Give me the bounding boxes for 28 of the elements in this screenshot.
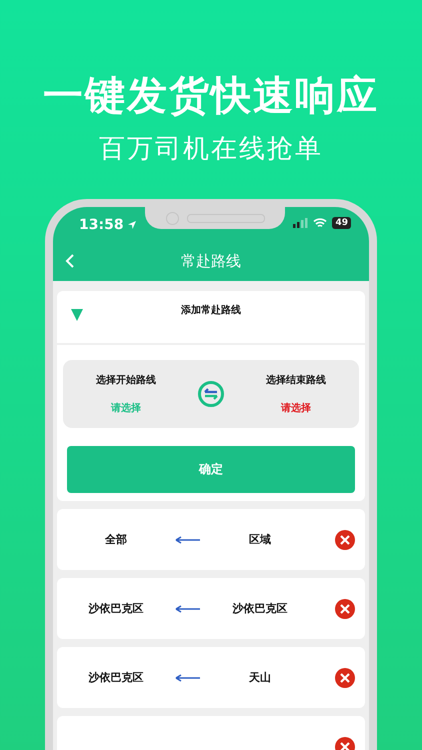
- add-route-title: 添加常赴路线: [181, 304, 241, 317]
- route-from: 沙依巴克区: [88, 670, 144, 685]
- end-label: 选择结束路线: [266, 374, 326, 387]
- start-label: 选择开始路线: [96, 374, 156, 387]
- delete-icon[interactable]: [335, 598, 355, 618]
- chevron-left-icon: [65, 253, 75, 269]
- headline: 一键发货快速响应: [43, 72, 379, 121]
- confirm-button[interactable]: 确定: [67, 446, 355, 493]
- arrow-left-icon: [175, 674, 201, 682]
- route-to: 区域: [248, 532, 272, 547]
- subheadline: 百万司机在线抢单: [99, 133, 323, 166]
- route-to: 天山: [248, 670, 272, 685]
- arrow-left-icon: [175, 604, 201, 612]
- delete-icon[interactable]: [335, 668, 355, 688]
- location-arrow-icon: [126, 220, 137, 230]
- signal-icon: [293, 218, 308, 228]
- end-picker[interactable]: 请选择: [281, 401, 311, 415]
- wifi-icon: [313, 218, 328, 228]
- arrow-left-icon: [175, 536, 201, 544]
- delete-icon[interactable]: [335, 530, 355, 550]
- route-to: 沙依巴克区: [232, 601, 288, 616]
- start-picker[interactable]: 请选择: [111, 401, 141, 415]
- screen-title: 常赴路线: [181, 252, 241, 270]
- route-from: 全部: [104, 532, 128, 547]
- status-time: 13:58: [79, 217, 137, 233]
- swap-icon[interactable]: [197, 380, 225, 408]
- battery-level: 49: [332, 217, 351, 229]
- route-from: 沙依巴克区: [88, 601, 144, 616]
